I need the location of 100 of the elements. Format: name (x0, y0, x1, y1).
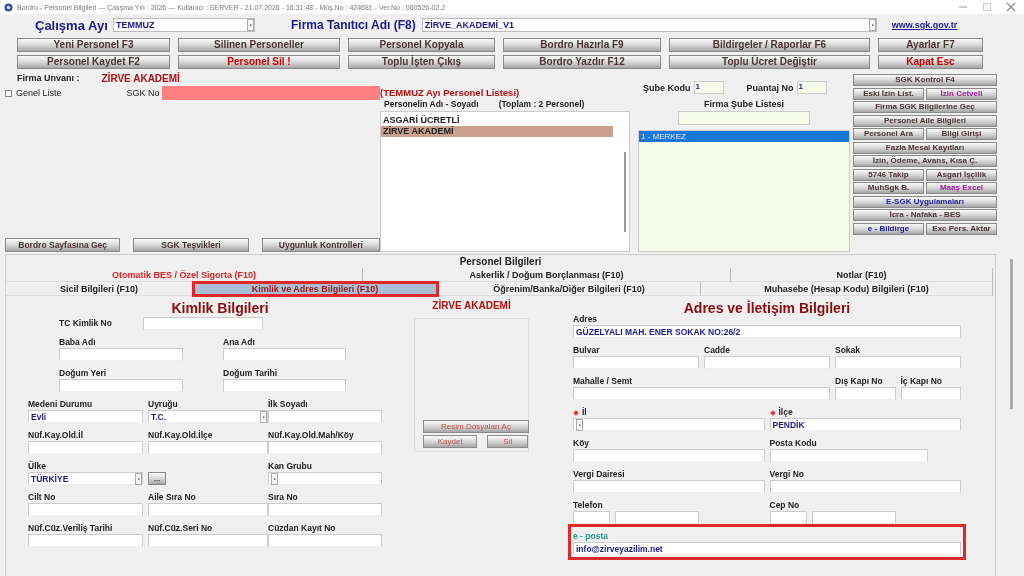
toolbar-button[interactable]: Silinen Personeller (178, 38, 340, 52)
side-button[interactable]: Personel Aile Bilgileri (853, 114, 997, 127)
text-field[interactable] (268, 410, 382, 423)
text-field[interactable] (148, 534, 268, 547)
timesheet-field[interactable]: 1 (796, 81, 827, 94)
toolbar-button[interactable]: Bordro Hazırla F9 (503, 38, 661, 52)
toolbar-button[interactable]: Bildirgeler / Raporlar F6 (669, 38, 870, 52)
toolbar-button[interactable]: Toplu İşten Çıkış (348, 55, 495, 69)
tab[interactable]: Notlar (F10) (731, 268, 993, 282)
side-button[interactable]: e - Bildirge (853, 222, 924, 235)
text-field[interactable] (148, 503, 268, 516)
toolbar-button[interactable]: Personel Kaydet F2 (17, 55, 170, 69)
side-button[interactable]: Firma SGK Bilgilerine Geç (853, 101, 997, 113)
text-field[interactable] (769, 480, 961, 493)
toolbar-button[interactable]: Personel Sil ! (178, 55, 340, 69)
field-label: Baba Adı (59, 337, 97, 348)
scrollbar[interactable] (624, 152, 626, 232)
dropdown-icon (868, 19, 876, 31)
text-field[interactable] (28, 441, 143, 454)
text-field[interactable] (143, 316, 263, 330)
list-title: Firma Şube Listesi (703, 99, 785, 109)
field-label: Nüf.Cüz.Seri No (148, 523, 214, 534)
text-field[interactable]: info@zirveyazilim.net (573, 542, 961, 555)
side-button[interactable]: SGK Kontrol F4 (853, 74, 997, 86)
text-field[interactable] (268, 503, 382, 516)
text-field[interactable] (573, 356, 699, 369)
text-field[interactable] (811, 511, 896, 524)
tab[interactable]: Kimlik ve Adres Bilgileri (F10) (193, 282, 438, 296)
field-label: Sokak (835, 345, 861, 356)
side-button[interactable]: İzin Cetveli (926, 87, 997, 100)
text-field[interactable] (573, 511, 610, 524)
toolbar-button[interactable]: Yeni Personel F3 (17, 38, 170, 52)
toolbar-button[interactable]: Kapat Esc (878, 55, 983, 69)
text-field[interactable] (835, 387, 896, 400)
text-field[interactable]: GÜZELYALI MAH. ENER SOKAK NO:26/2 (573, 325, 961, 338)
dropdown-field[interactable]: T.C. (148, 410, 268, 423)
text-field[interactable] (573, 480, 765, 493)
action-button[interactable]: Uygunluk Kontrolleri (261, 238, 380, 252)
text-field[interactable] (573, 449, 765, 462)
text-field[interactable] (28, 503, 143, 516)
side-button[interactable]: İcra - Nafaka - BES (853, 209, 997, 221)
company-dropdown[interactable]: ZİRVE_AKADEMİ_V1 (421, 18, 877, 32)
personnel-item[interactable]: ASGARİ ÜCRETLİ (381, 115, 613, 126)
branch-item[interactable]: 1 - MERKEZ (639, 131, 849, 142)
side-button[interactable]: İzin, Ödeme, Avans, Kısa Ç. (853, 155, 997, 167)
text-field[interactable] (59, 379, 183, 392)
text-field[interactable] (615, 511, 699, 524)
tab[interactable]: Otomatik BES / Özel Sigorta (F10) (6, 268, 363, 282)
website-link[interactable]: www.sgk.gov.tr (891, 20, 958, 30)
field-label: Sıra No (268, 492, 299, 503)
side-button[interactable]: 5746 Takip (853, 168, 924, 181)
scrollbar[interactable] (1010, 259, 1013, 409)
field-label: Posta Kodu (769, 438, 817, 449)
action-button[interactable]: Bordro Sayfasına Geç (5, 238, 121, 252)
text-field[interactable] (268, 441, 382, 454)
dropdown-field[interactable] (268, 472, 382, 485)
text-field[interactable] (835, 356, 961, 369)
toolbar-button[interactable]: Bordro Yazdır F12 (503, 55, 661, 69)
side-button[interactable]: Personel Ara (853, 128, 924, 140)
side-button[interactable]: Exc Pers. Aktar (926, 222, 997, 235)
general-list-checkbox[interactable]: Genel Liste (5, 88, 62, 98)
text-field[interactable] (223, 379, 346, 392)
side-button[interactable]: Bilgi Girişi (926, 128, 997, 140)
text-field[interactable]: Evli (28, 410, 143, 423)
browse-button[interactable]: ... (148, 472, 166, 485)
field-label: Cadde (704, 345, 730, 356)
tab[interactable]: Muhasebe (Hesap Kodu) Bilgileri (F10) (701, 282, 993, 296)
sgk-number-field[interactable] (161, 86, 380, 100)
month-dropdown[interactable]: TEMMUZ (113, 18, 255, 32)
text-field[interactable] (769, 449, 929, 462)
tab[interactable]: Öğrenim/Banka/Diğer Bilgileri (F10) (438, 282, 701, 296)
text-field[interactable] (769, 511, 807, 524)
text-field[interactable] (28, 534, 143, 547)
maximize-icon[interactable] (982, 2, 992, 12)
side-button[interactable]: Maaş Excel (926, 182, 997, 194)
text-field[interactable] (900, 387, 961, 400)
text-field[interactable] (59, 348, 183, 361)
text-field[interactable] (704, 356, 830, 369)
text-field[interactable] (573, 387, 830, 400)
text-field[interactable] (148, 441, 268, 454)
tab[interactable]: Sicil Bilgileri (F10) (6, 282, 193, 296)
toolbar-button[interactable]: Personel Kopyala (348, 38, 495, 52)
text-field[interactable] (223, 348, 346, 361)
dropdown-field[interactable]: TÜRKİYE (28, 472, 143, 485)
branch-search-field[interactable] (678, 111, 810, 125)
toolbar-button[interactable]: Toplu Ücret Değiştir (669, 55, 870, 69)
side-button[interactable]: Eski İzin List. (853, 87, 924, 100)
field-label: e - posta (573, 531, 608, 542)
branch-code-field[interactable]: 1 (693, 81, 724, 94)
text-field[interactable] (268, 534, 382, 547)
text-field[interactable]: PENDİK (769, 418, 961, 431)
action-button[interactable]: SGK Teşvikleri (133, 238, 249, 252)
close-icon[interactable] (1006, 2, 1016, 12)
dropdown-field[interactable] (573, 418, 765, 431)
side-button[interactable]: E-SGK Uygulamaları (853, 195, 997, 208)
side-button[interactable]: MuhSgk B. (853, 182, 924, 194)
toolbar-button[interactable]: Ayarlar F7 (878, 38, 983, 52)
side-button[interactable]: Fazla Mesai Kayıtları (853, 141, 997, 154)
personnel-item[interactable]: ZİRVE AKADEMİ (381, 126, 613, 137)
side-button[interactable]: Asgari İşçilik (926, 168, 997, 181)
